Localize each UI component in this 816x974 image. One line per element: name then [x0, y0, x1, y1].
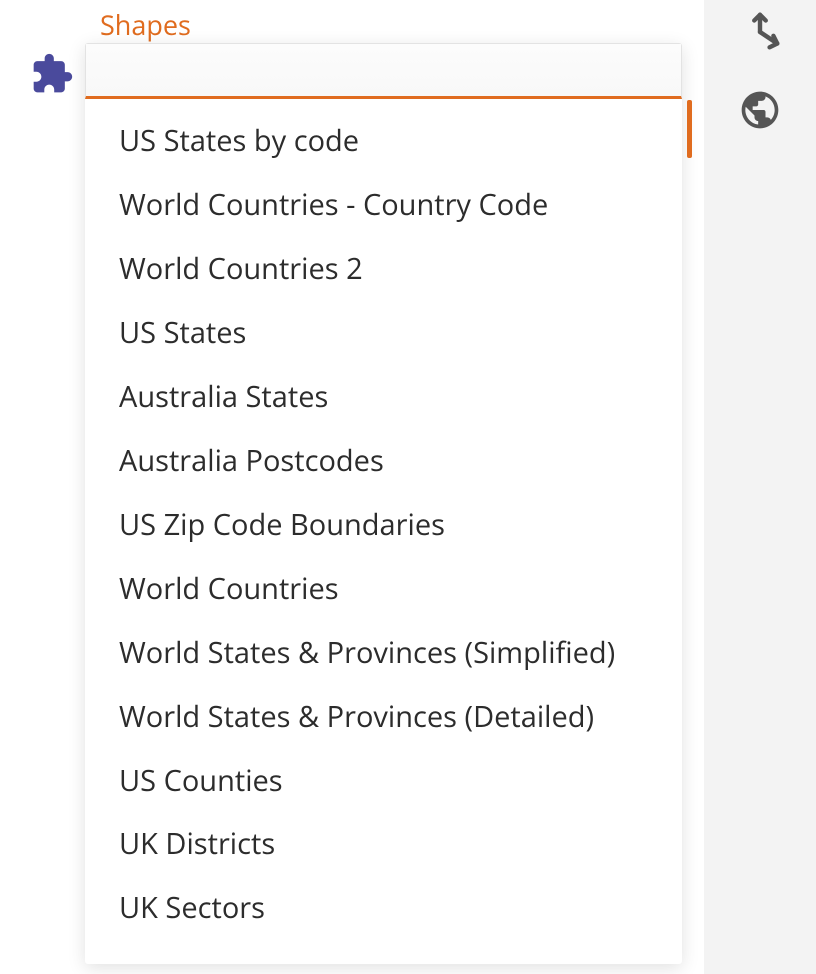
shapes-option[interactable]: Australia Postcodes — [85, 429, 682, 493]
shapes-option[interactable]: US Zip Code Boundaries — [85, 493, 682, 557]
shapes-option[interactable]: UK Sectors — [85, 876, 682, 940]
shapes-input-wrap — [85, 43, 682, 99]
shapes-options-list: US States by code World Countries - Coun… — [85, 99, 682, 964]
shapes-option[interactable]: Australia States — [85, 365, 682, 429]
shapes-option[interactable]: World Countries - Country Code — [85, 173, 682, 237]
scroll-indicator[interactable] — [687, 100, 692, 158]
shapes-option[interactable]: US States by code — [85, 109, 682, 173]
shapes-dropdown: US States by code World Countries - Coun… — [85, 43, 682, 964]
shapes-option[interactable]: World Countries — [85, 557, 682, 621]
shapes-option[interactable]: World States & Provinces (Simplified) — [85, 621, 682, 685]
right-toolbar — [704, 0, 816, 974]
shapes-option[interactable]: World Countries 2 — [85, 237, 682, 301]
shapes-option[interactable]: US States — [85, 301, 682, 365]
axes-icon[interactable] — [736, 8, 784, 56]
shapes-label: Shapes — [100, 6, 191, 43]
puzzle-icon[interactable] — [30, 52, 74, 101]
shapes-search-input[interactable] — [86, 44, 681, 96]
shapes-option[interactable]: US Counties — [85, 749, 682, 813]
shapes-option[interactable]: UK Districts — [85, 812, 682, 876]
shapes-option[interactable]: World States & Provinces (Detailed) — [85, 685, 682, 749]
globe-icon[interactable] — [736, 86, 784, 134]
